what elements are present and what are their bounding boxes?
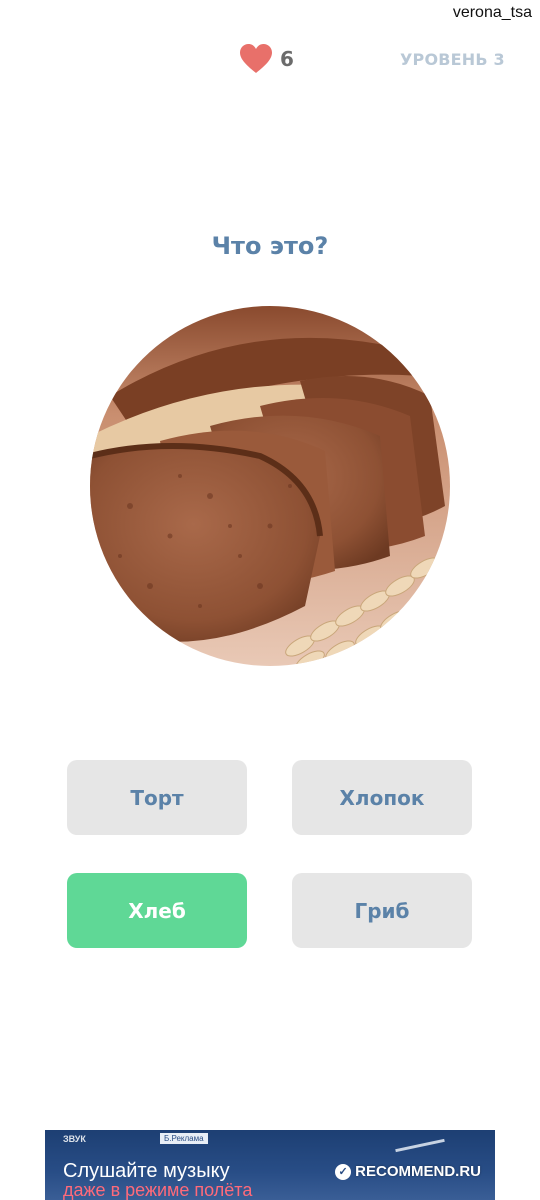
level-label: УРОВЕНЬ 3 bbox=[400, 50, 505, 69]
heart-icon bbox=[240, 44, 272, 74]
lives-indicator: 6 bbox=[240, 44, 294, 74]
question-image bbox=[90, 306, 450, 666]
answer-button-1[interactable]: Торт bbox=[67, 760, 247, 835]
ad-banner[interactable]: ЗВУК Б.Реклама Слушайте музыку даже в ре… bbox=[45, 1130, 495, 1200]
recommend-logo-icon: ✓ bbox=[335, 1163, 352, 1180]
question-title: Что это? bbox=[211, 232, 329, 260]
ad-subheadline: даже в режиме полёта bbox=[63, 1180, 253, 1200]
watermark-site-text: RECOMMEND.RU bbox=[355, 1163, 481, 1180]
watermark-username: verona_tsa bbox=[452, 4, 532, 21]
ad-tag: Б.Реклама bbox=[160, 1133, 208, 1144]
watermark-site: ✓ RECOMMEND.RU bbox=[335, 1163, 481, 1180]
answer-button-4[interactable]: Гриб bbox=[292, 873, 472, 948]
answer-button-2[interactable]: Хлопок bbox=[292, 760, 472, 835]
ad-brand: ЗВУК bbox=[63, 1134, 86, 1144]
airplane-icon bbox=[395, 1138, 445, 1153]
answer-button-3-correct[interactable]: Хлеб bbox=[67, 873, 247, 948]
lives-count: 6 bbox=[280, 47, 294, 71]
